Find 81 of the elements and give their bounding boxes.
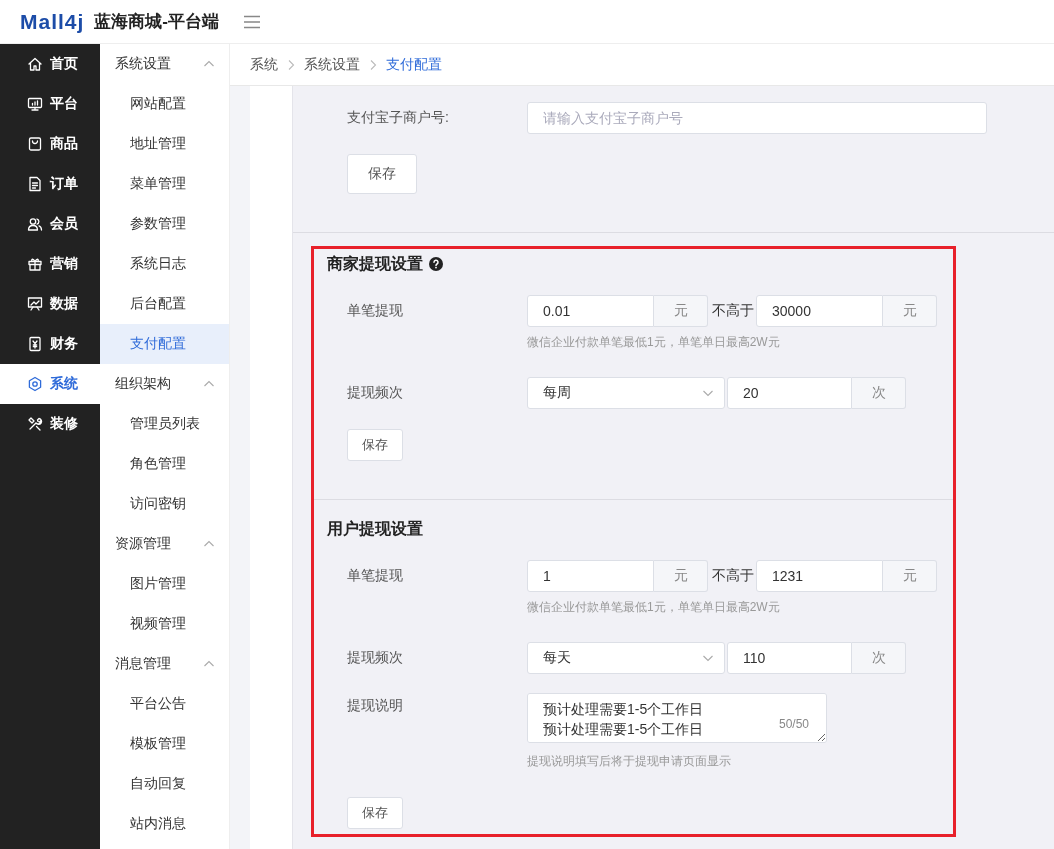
character-counter: 50/50 [778, 717, 809, 731]
count-field[interactable]: 110 [727, 642, 852, 674]
submenu-group[interactable]: 资源管理 [100, 524, 229, 564]
submenu-item[interactable]: 站内消息 [100, 804, 229, 844]
chevron-right-icon [368, 58, 378, 71]
submenu-item[interactable]: 菜单管理 [100, 164, 229, 204]
save-button[interactable]: 保存 [347, 154, 417, 194]
unit-addon: 元 [883, 560, 937, 592]
hint-text: 提现说明填写后将于提现申请页面显示 [527, 753, 732, 770]
bag-icon [27, 136, 43, 152]
submenu-item[interactable]: 管理员列表 [100, 404, 229, 444]
submenu-item[interactable]: 支付配置 [100, 324, 229, 364]
settings-icon [27, 376, 43, 392]
between-label: 不高于 [712, 302, 754, 320]
nav-item[interactable]: 数据 [0, 284, 100, 324]
submenu-group[interactable]: 消息管理 [100, 644, 229, 684]
between-label: 不高于 [712, 567, 754, 585]
tools-icon [27, 416, 43, 432]
submenu-item[interactable]: 访问密钥 [100, 484, 229, 524]
nav-item[interactable]: 首页 [0, 44, 100, 84]
unit-addon: 元 [883, 295, 937, 327]
breadcrumb-link[interactable]: 系统设置 [304, 55, 360, 74]
field-label: 支付宝子商户号: [347, 109, 450, 127]
submenu-item[interactable]: 角色管理 [100, 444, 229, 484]
field-label: 提现频次 [347, 384, 404, 402]
section-title: 用户提现设置 [327, 518, 423, 539]
monitor-icon [27, 96, 43, 112]
gift-icon [27, 256, 43, 272]
nav-item[interactable]: 订单 [0, 164, 100, 204]
save-button[interactable]: 保存 [347, 429, 403, 461]
nav-item[interactable]: 装修 [0, 404, 100, 444]
submenu-item[interactable]: 后台配置 [100, 284, 229, 324]
nav-item[interactable]: 商品 [0, 124, 100, 164]
hint-text: 微信企业付款单笔最低1元，单笔单日最高2W元 [527, 599, 781, 616]
submenu-item[interactable]: 自动回复 [100, 764, 229, 804]
field-label: 提现说明 [347, 696, 404, 715]
field-label: 单笔提现 [347, 302, 404, 320]
merchant-id-field[interactable]: 请输入支付宝子商户号 [527, 102, 987, 134]
logo: Mall4j [20, 9, 85, 34]
home-icon [27, 56, 43, 72]
max-amount-field[interactable]: 30000 [756, 295, 883, 327]
document-icon [27, 176, 43, 192]
max-amount-field[interactable]: 1231 [756, 560, 883, 592]
submenu-item[interactable]: 系统日志 [100, 244, 229, 284]
submenu-item[interactable]: 图片管理 [100, 564, 229, 604]
unit-addon: 次 [852, 377, 906, 409]
submenu-item[interactable]: 地址管理 [100, 124, 229, 164]
unit-addon: 次 [852, 642, 906, 674]
submenu-group[interactable]: 组织架构 [100, 364, 229, 404]
breadcrumb-link[interactable]: 支付配置 [386, 55, 442, 74]
submenu-item[interactable]: 参数管理 [100, 204, 229, 244]
min-amount-field[interactable]: 1 [527, 560, 654, 592]
period-select[interactable]: 每天 [527, 642, 725, 674]
nav-item[interactable]: 系统 [0, 364, 100, 404]
section-title: 商家提现设置 [327, 253, 423, 274]
app-title: 蓝海商城-平台端 [94, 11, 220, 33]
count-field[interactable]: 20 [727, 377, 852, 409]
nav-item[interactable]: 营销 [0, 244, 100, 284]
save-button[interactable]: 保存 [347, 797, 403, 829]
unit-addon: 元 [654, 560, 708, 592]
submenu-item[interactable]: 平台公告 [100, 684, 229, 724]
field-label: 提现频次 [347, 649, 404, 667]
chevron-right-icon [286, 58, 296, 71]
submenu-item[interactable]: 视频管理 [100, 604, 229, 644]
unit-addon: 元 [654, 295, 708, 327]
period-select[interactable]: 每周 [527, 377, 725, 409]
nav-item[interactable]: 会员 [0, 204, 100, 244]
help-icon[interactable] [429, 257, 443, 271]
nav-item[interactable]: 财务 [0, 324, 100, 364]
hint-text: 微信企业付款单笔最低1元，单笔单日最高2W元 [527, 334, 781, 351]
yen-receipt-icon [27, 336, 43, 352]
submenu-item[interactable]: 模板管理 [100, 724, 229, 764]
field-label: 单笔提现 [347, 567, 404, 585]
min-amount-field[interactable]: 0.01 [527, 295, 654, 327]
nav-item[interactable]: 平台 [0, 84, 100, 124]
chart-board-icon [27, 296, 43, 312]
breadcrumb-link[interactable]: 系统 [250, 55, 278, 74]
menu-icon[interactable] [243, 13, 262, 30]
submenu-item[interactable]: 网站配置 [100, 84, 229, 124]
people-icon [27, 216, 43, 232]
submenu-group[interactable]: 系统设置 [100, 44, 229, 84]
